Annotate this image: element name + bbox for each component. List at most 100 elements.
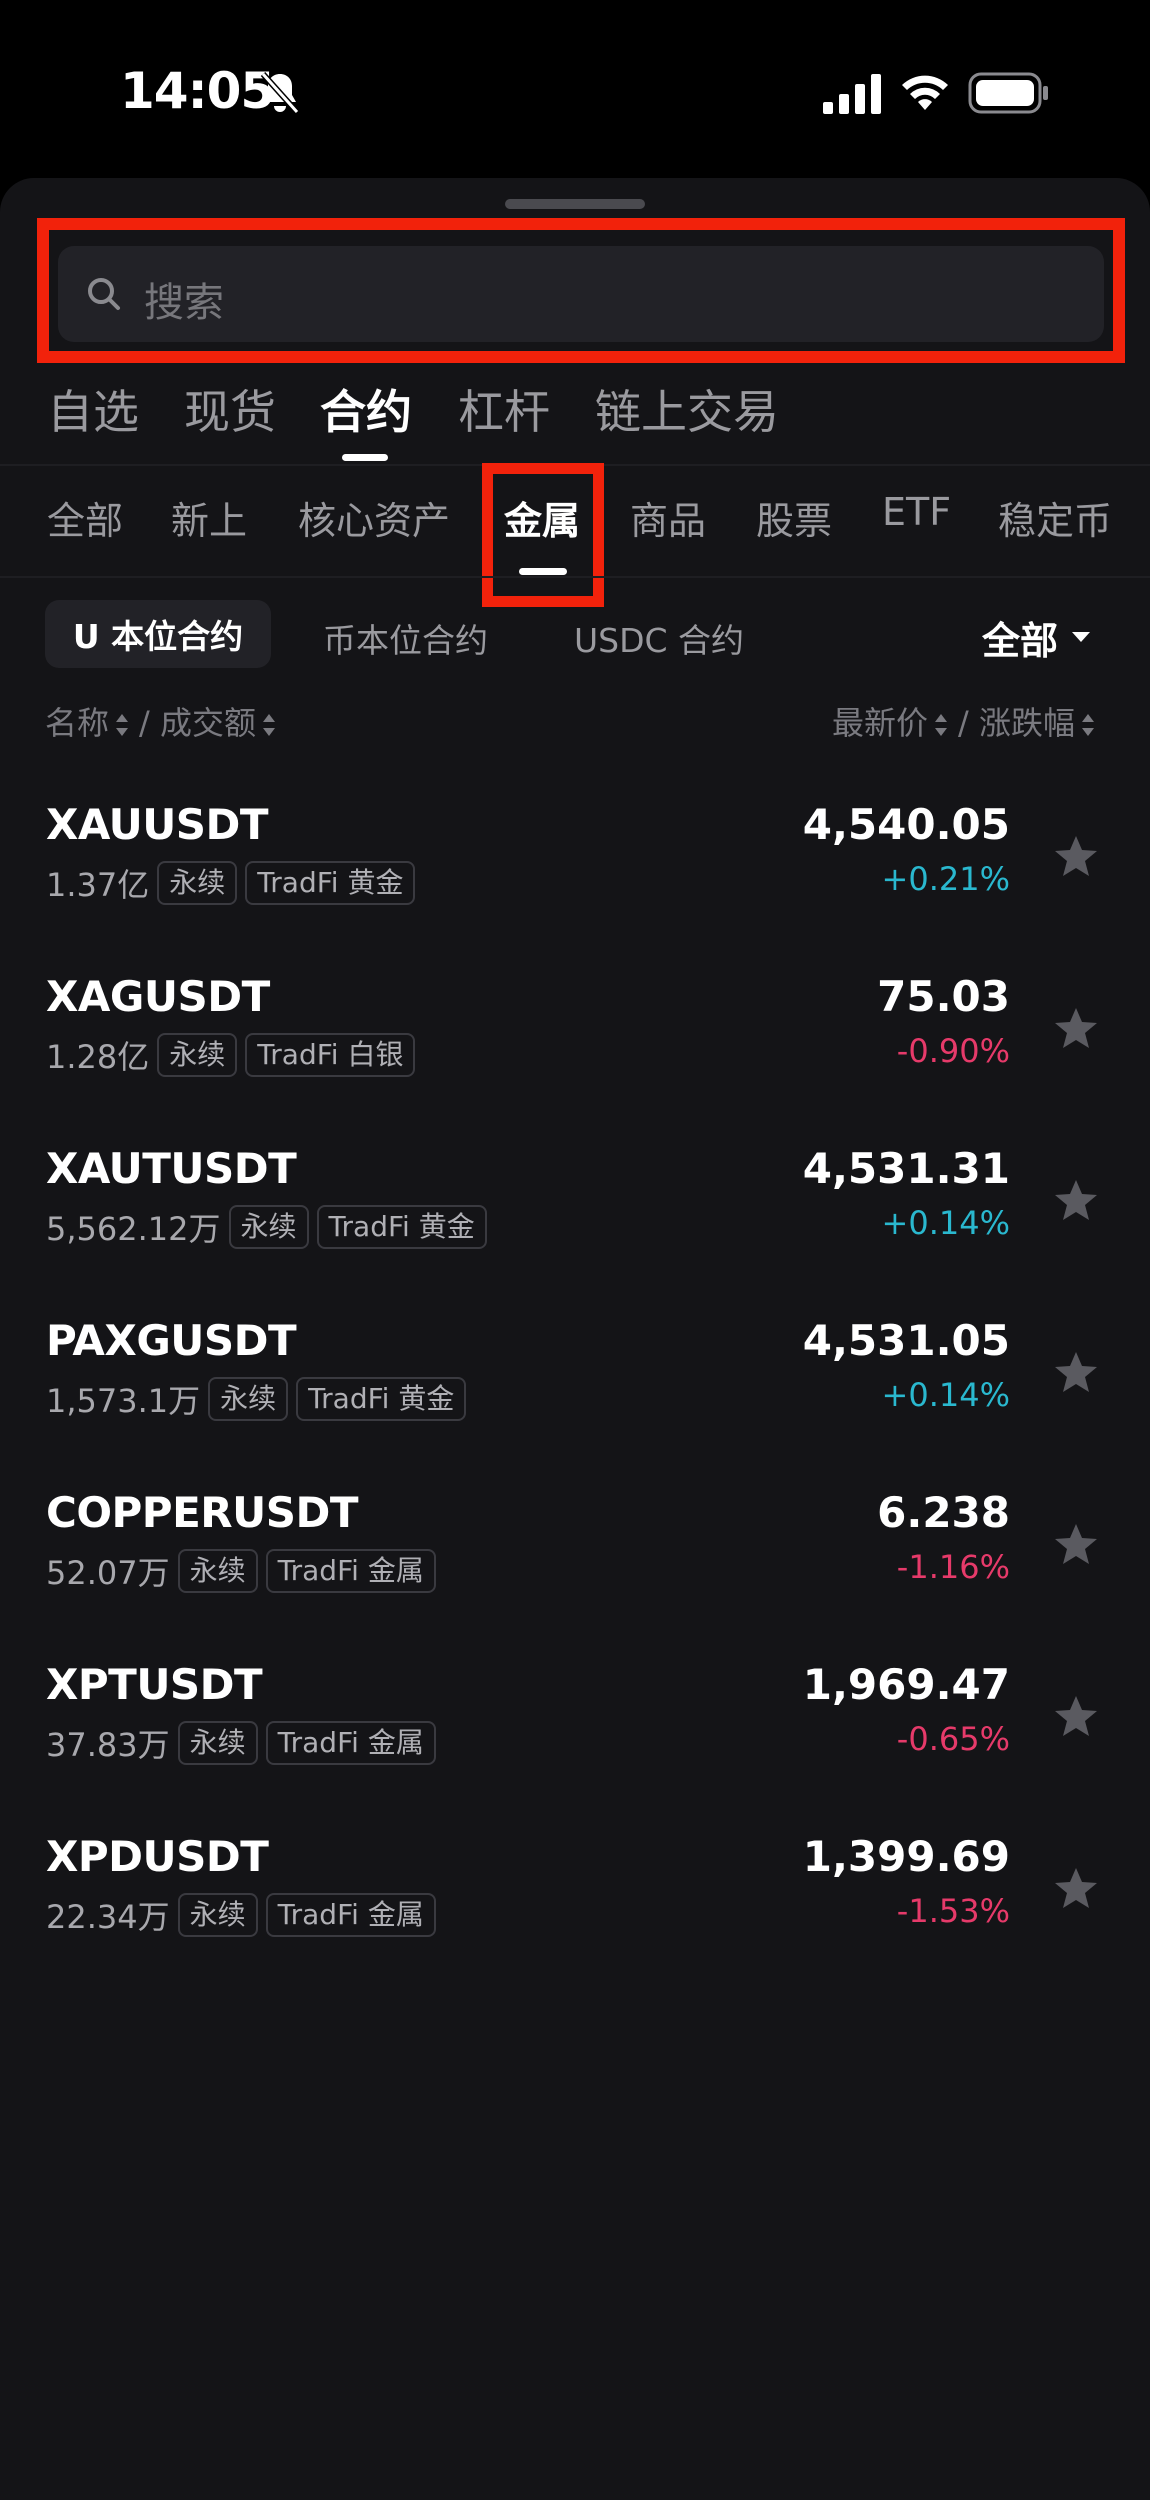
list-item[interactable]: PAXGUSDT 1,573.1万 永续 TradFi 黄金 4,531.05 +0… (0, 1306, 1150, 1478)
sort-icon (116, 714, 129, 736)
price-change: +0.14% (881, 1204, 1010, 1242)
filter-all-dropdown[interactable]: 全部 (982, 610, 1058, 665)
tab-onchain[interactable]: 链上交易 (595, 376, 779, 442)
star-icon[interactable] (1054, 1522, 1098, 1566)
sort-icon (1082, 714, 1094, 736)
symbol: XAGUSDT (46, 972, 270, 1021)
tag-category: TradFi 黄金 (245, 861, 416, 905)
tag-category: TradFi 黄金 (296, 1377, 467, 1421)
tab-watchlist[interactable]: 自选 (47, 376, 139, 442)
last-price: 4,531.05 (802, 1316, 1010, 1365)
search-icon (88, 278, 120, 310)
list-item[interactable]: XPDUSDT 22.34万 永续 TradFi 金属 1,399.69 -1.53… (0, 1822, 1150, 1994)
volume-value: 5,562.12万 (46, 1210, 221, 1248)
tag-category: TradFi 黄金 (316, 1205, 487, 1249)
star-icon[interactable] (1054, 1006, 1098, 1050)
tag-perpetual: 永续 (228, 1205, 309, 1249)
sort-icon (262, 714, 275, 736)
volume: 37.83万 永续 TradFi 金属 (46, 1720, 436, 1766)
sort-icon (935, 714, 948, 736)
tag-perpetual: 永续 (208, 1377, 289, 1421)
filter-usdc[interactable]: USDC 合约 (574, 614, 744, 662)
tag-category: TradFi 金属 (265, 1893, 436, 1937)
header-left: 名称 / 成交额 (45, 698, 286, 744)
contract-filter-row: U 本位合约 币本位合约 USDC 合约 全部 (0, 600, 1150, 670)
header-volume[interactable]: / 成交额 (139, 704, 256, 742)
search-placeholder: 搜索 (144, 280, 224, 326)
last-price: 75.03 (877, 972, 1010, 1021)
volume-value: 52.07万 (46, 1554, 170, 1592)
last-price: 1,399.69 (802, 1832, 1010, 1881)
column-headers: 名称 / 成交额 最新价 / 涨跌幅 (0, 698, 1150, 748)
star-icon[interactable] (1054, 1866, 1098, 1910)
market-sheet: 搜索 自选 现货 合约 杠杆 链上交易 全部 新上 核心资产 金属 商品 股票 … (0, 178, 1150, 2500)
volume: 52.07万 永续 TradFi 金属 (46, 1548, 436, 1594)
volume: 1.28亿 永续 TradFi 白银 (46, 1032, 416, 1078)
tag-category: TradFi 白银 (245, 1033, 416, 1077)
volume: 22.34万 永续 TradFi 金属 (46, 1892, 436, 1938)
tag-perpetual: 永续 (177, 1549, 258, 1593)
battery-icon (968, 72, 1048, 114)
filter-usdt-m[interactable]: U 本位合约 (45, 600, 271, 668)
header-price[interactable]: 最新价 (832, 704, 928, 742)
status-bar: 14:05 (0, 0, 1150, 180)
signal-icon (823, 74, 881, 114)
price-change: -1.53% (896, 1892, 1010, 1930)
symbol: XPDUSDT (46, 1832, 269, 1881)
symbol: XAUTUSDT (46, 1144, 297, 1193)
tab-spot[interactable]: 现货 (184, 376, 276, 442)
price-change: +0.21% (881, 860, 1010, 898)
tag-perpetual: 永续 (157, 861, 238, 905)
tab-futures[interactable]: 合约 (320, 376, 412, 442)
volume: 1,573.1万 永续 TradFi 黄金 (46, 1376, 467, 1422)
main-tab-indicator (342, 454, 388, 461)
volume-value: 1,573.1万 (46, 1382, 201, 1420)
main-tabs: 自选 现货 合约 杠杆 链上交易 (0, 376, 1150, 466)
volume-value: 1.28亿 (46, 1038, 150, 1076)
price-change: -0.65% (896, 1720, 1010, 1758)
last-price: 6.238 (877, 1488, 1010, 1537)
list-item[interactable]: XAUTUSDT 5,562.12万 永续 TradFi 黄金 4,531.31 +… (0, 1134, 1150, 1306)
last-price: 1,969.47 (802, 1660, 1010, 1709)
price-change: -0.90% (896, 1032, 1010, 1070)
list-item[interactable]: COPPERUSDT 52.07万 永续 TradFi 金属 6.238 -1.16… (0, 1478, 1150, 1650)
category-core[interactable]: 核心资产 (298, 490, 450, 545)
star-icon[interactable] (1054, 834, 1098, 878)
price-change: +0.14% (881, 1376, 1010, 1414)
header-right: 最新价 / 涨跌幅 (832, 698, 1105, 744)
category-tab-indicator (519, 568, 567, 575)
tag-perpetual: 永续 (157, 1033, 238, 1077)
volume: 1.37亿 永续 TradFi 黄金 (46, 860, 416, 906)
sheet-grabber[interactable] (505, 199, 645, 209)
category-stocks[interactable]: 股票 (756, 490, 832, 545)
category-all[interactable]: 全部 (47, 490, 123, 545)
symbol: COPPERUSDT (46, 1488, 359, 1537)
tag-category: TradFi 金属 (265, 1721, 436, 1765)
price-change: -1.16% (896, 1548, 1010, 1586)
symbol: PAXGUSDT (46, 1316, 297, 1365)
volume-value: 1.37亿 (46, 866, 150, 904)
list-item[interactable]: XPTUSDT 37.83万 永续 TradFi 金属 1,969.47 -0.65… (0, 1650, 1150, 1822)
volume-value: 37.83万 (46, 1726, 170, 1764)
filter-coin-m[interactable]: 币本位合约 (323, 614, 488, 662)
search-input[interactable]: 搜索 (58, 246, 1104, 342)
category-stablecoin[interactable]: 稳定币 (998, 490, 1112, 545)
category-new[interactable]: 新上 (171, 490, 247, 545)
header-change[interactable]: / 涨跌幅 (958, 704, 1075, 742)
symbol: XPTUSDT (46, 1660, 263, 1709)
wifi-icon (902, 75, 948, 110)
star-icon[interactable] (1054, 1350, 1098, 1394)
list-item[interactable]: XAUUSDT 1.37亿 永续 TradFi 黄金 4,540.05 +0.21% (0, 790, 1150, 962)
star-icon[interactable] (1054, 1694, 1098, 1738)
metals-highlight-box (482, 463, 604, 607)
last-price: 4,531.31 (802, 1144, 1010, 1193)
header-name[interactable]: 名称 (45, 704, 109, 742)
star-icon[interactable] (1054, 1178, 1098, 1222)
last-price: 4,540.05 (802, 800, 1010, 849)
bell-muted-icon (260, 71, 300, 115)
status-time: 14:05 (120, 62, 275, 120)
list-item[interactable]: XAGUSDT 1.28亿 永续 TradFi 白银 75.03 -0.90% (0, 962, 1150, 1134)
tab-margin[interactable]: 杠杆 (458, 376, 550, 442)
category-commodities[interactable]: 商品 (630, 490, 706, 545)
category-etf[interactable]: ETF (882, 490, 951, 534)
